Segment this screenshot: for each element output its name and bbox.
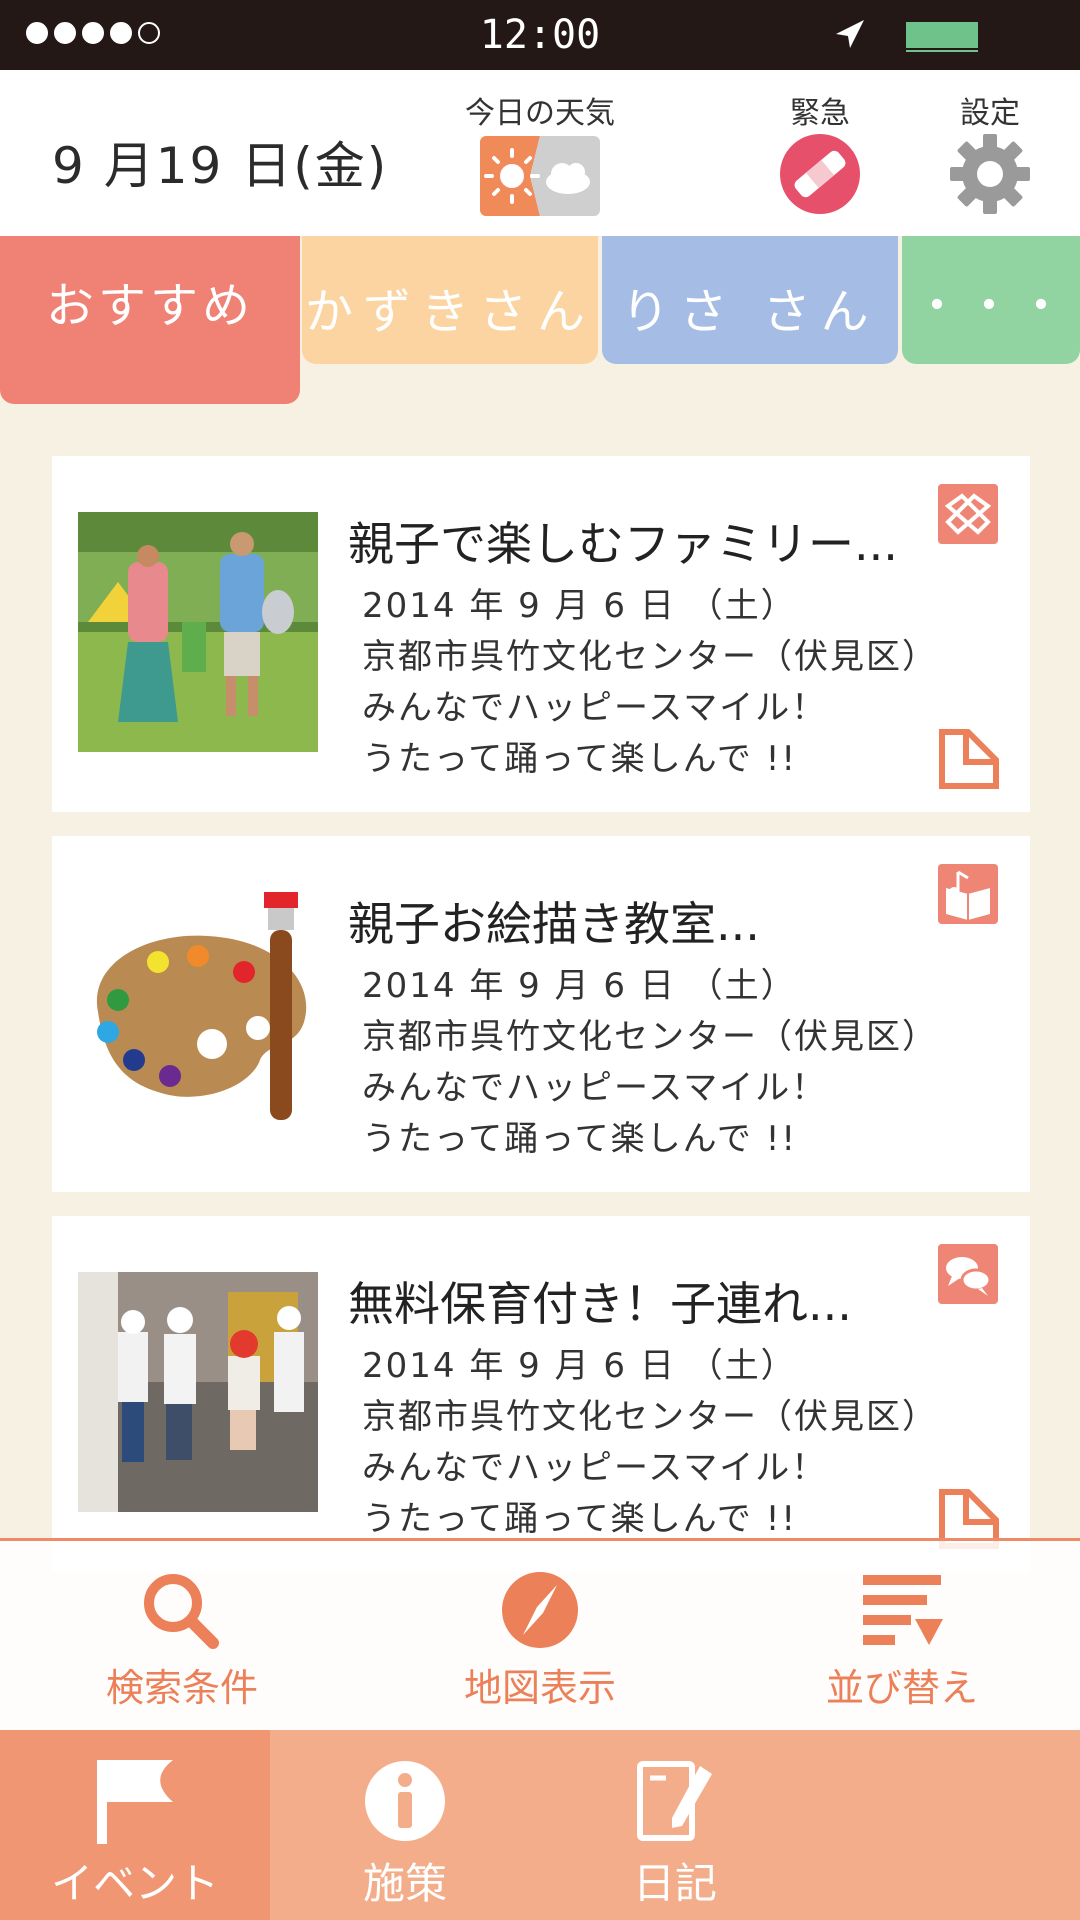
tab-label: かずきさん [304,284,595,340]
nav-policies-label: 施策 [362,1859,447,1908]
app-header: 9 月19 日(金) 今日の天気 緊急 設定 [0,70,1080,236]
gear-icon[interactable] [948,132,1032,216]
event-title: 無料保育付き！子連れ... [348,1277,852,1331]
status-bar: 12:00 [0,0,1080,70]
weather-label: 今日の天気 [465,96,615,131]
notebook-pencil-icon [637,1761,712,1841]
battery-tip [904,20,980,50]
search-conditions-label: 検索条件 [105,1666,258,1710]
sort-button[interactable]: 並び替え [782,1569,1022,1712]
nav-diary[interactable]: 日記 [540,1730,810,1920]
document-icon[interactable] [938,728,1000,790]
event-venue: 京都市呉竹文化センター（伏見区） [362,1397,938,1437]
bottom-navigation: イベント 施策 日記 [0,1730,1080,1920]
emergency-label: 緊急 [790,96,850,131]
event-desc: みんなでハッピースマイル！ [362,688,828,728]
kids-playground-photo [78,1272,318,1512]
event-date: 2014 年 9 月 6 日 （土） [362,966,797,1006]
current-date: 9 月19 日(金) [52,137,389,195]
event-card[interactable]: 無料保育付き！子連れ... 2014 年 9 月 6 日 （土） 京都市呉竹文化… [52,1216,1030,1572]
event-desc: うたって踊って楽しんで !! [362,739,797,779]
music-book-icon [938,864,998,924]
nav-events-label: イベント [50,1859,219,1908]
event-desc: うたって踊って楽しんで !! [362,1499,797,1539]
family-park-photo [78,512,318,752]
sort-icon [863,1575,943,1645]
handshake-icon [938,484,998,544]
flag-icon [97,1760,173,1844]
event-date: 2014 年 9 月 6 日 （土） [362,1346,797,1386]
tab-kazuki[interactable]: かずきさん [302,236,598,364]
event-title: 親子お絵描き教室... [348,897,760,951]
event-desc: みんなでハッピースマイル！ [362,1068,828,1108]
settings-label: 設定 [960,96,1020,131]
nav-diary-label: 日記 [632,1859,717,1908]
map-view-button[interactable]: 地図表示 [420,1569,660,1712]
event-card[interactable]: 親子で楽しむファミリー... 2014 年 9 月 6 日 （土） 京都市呉竹文… [52,456,1030,812]
paint-palette-illustration [96,892,307,1120]
tab-recommended[interactable]: おすすめ [0,236,300,404]
nav-policies[interactable]: 施策 [270,1730,540,1920]
tab-label: ・・・ [912,278,1069,334]
event-venue: 京都市呉竹文化センター（伏見区） [362,1017,938,1057]
bandage-icon[interactable] [778,132,862,216]
chat-bubbles-icon [938,1244,998,1304]
event-desc: みんなでハッピースマイル！ [362,1448,828,1488]
tab-label: りさ さん [621,284,879,340]
sun-cloud-icon[interactable] [480,136,600,216]
tab-risa[interactable]: りさ さん [602,236,898,364]
info-icon [365,1761,445,1841]
search-icon [144,1574,219,1649]
event-title: 親子で楽しむファミリー... [348,517,898,571]
event-venue: 京都市呉竹文化センター（伏見区） [362,637,938,677]
tab-more[interactable]: ・・・ [902,236,1080,364]
event-date: 2014 年 9 月 6 日 （土） [362,586,797,626]
location-arrow-icon [836,20,864,48]
event-card[interactable]: 親子お絵描き教室... 2014 年 9 月 6 日 （土） 京都市呉竹文化セン… [52,836,1030,1192]
search-conditions-button[interactable]: 検索条件 [62,1569,302,1712]
filter-bar: 検索条件 地図表示 並び替え [0,1538,1080,1730]
tab-label: おすすめ [45,278,254,334]
sort-label: 並び替え [825,1666,978,1710]
nav-events[interactable]: イベント [0,1730,270,1920]
map-view-label: 地図表示 [463,1666,616,1710]
compass-icon [502,1572,578,1648]
event-desc: うたって踊って楽しんで !! [362,1119,797,1159]
